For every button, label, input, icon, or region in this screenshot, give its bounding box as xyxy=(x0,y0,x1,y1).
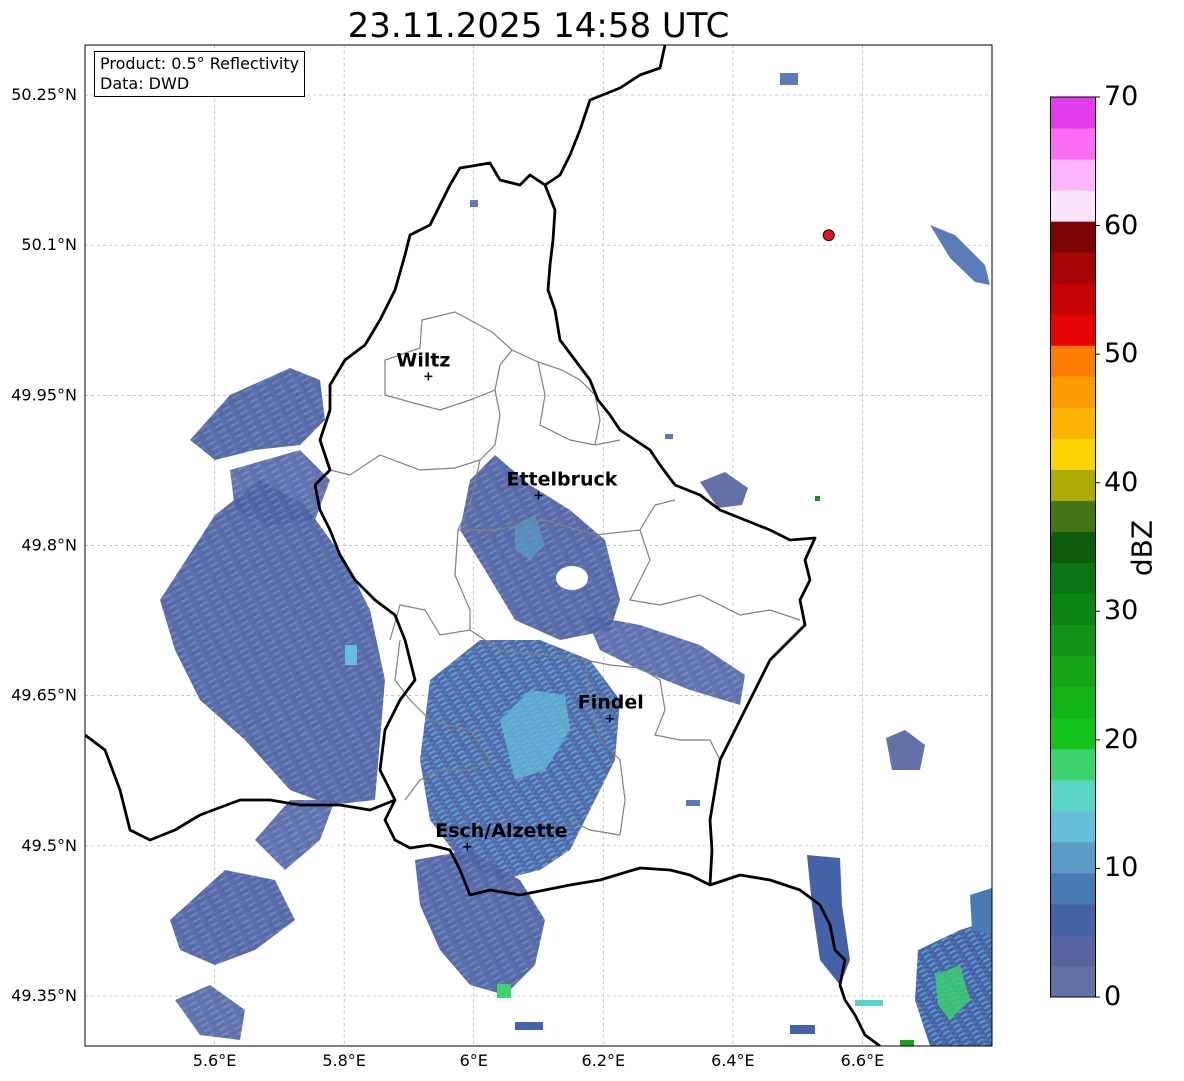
colorbar-swatch xyxy=(1050,810,1096,843)
colorbar-swatch xyxy=(1050,221,1096,253)
border-germany-france xyxy=(709,873,881,1046)
colorbar-tick-label: 60 xyxy=(1104,209,1139,241)
colorbar-swatch xyxy=(1050,655,1096,688)
radar-site-marker[interactable] xyxy=(822,229,835,242)
echo-small-5 xyxy=(497,984,511,998)
colorbar-swatch xyxy=(1050,345,1096,377)
echo-small-2 xyxy=(470,200,478,207)
colorbar-swatch xyxy=(1050,500,1096,532)
city-label: Wiltz xyxy=(396,349,450,371)
echo-e-cell xyxy=(700,472,748,508)
colorbar-swatch xyxy=(1050,531,1096,564)
echo-south-blue-2 xyxy=(515,1022,543,1030)
colorbar-swatch xyxy=(1050,624,1096,657)
colorbar-swatch xyxy=(1050,841,1096,874)
echo-southwest-2 xyxy=(255,800,335,870)
colorbar-swatch xyxy=(1050,469,1096,501)
canton-border-clervaux xyxy=(511,349,601,446)
colorbar-swatch xyxy=(1050,283,1096,315)
lat-tick-label: 50.25°N xyxy=(11,85,77,104)
echo-small-4 xyxy=(345,645,357,665)
radar-echoes xyxy=(160,58,992,1046)
colorbar-swatch xyxy=(1050,438,1096,470)
colorbar-swatch xyxy=(1050,159,1096,191)
lat-tick-label: 49.8°N xyxy=(21,536,77,555)
colorbar-tick-label: 20 xyxy=(1104,723,1139,755)
colorbar-swatch xyxy=(1050,872,1096,905)
echo-southwest-3 xyxy=(175,985,245,1040)
data-source-label: Data: DWD xyxy=(100,74,190,93)
lon-tick-label: 6°E xyxy=(460,1051,488,1070)
colorbar-tick-label: 50 xyxy=(1104,338,1139,370)
colorbar-swatch xyxy=(1050,965,1096,998)
city-label: Esch/Alzette xyxy=(435,820,567,842)
colorbar-swatch xyxy=(1050,407,1096,439)
colorbar-swatch xyxy=(1050,748,1096,781)
colorbar-swatch xyxy=(1050,934,1096,967)
city-label: Findel xyxy=(578,692,644,714)
echo-small-3 xyxy=(665,434,673,439)
colorbar-swatch xyxy=(1050,97,1096,129)
echo-southwest-1 xyxy=(170,870,295,965)
echo-green-speck xyxy=(815,496,820,501)
product-info-box: Product: 0.5° Reflectivity Data: DWD xyxy=(94,51,306,97)
colorbar-swatch xyxy=(1050,562,1096,595)
echo-small-1 xyxy=(686,800,700,806)
border-belgium-germany xyxy=(544,45,667,187)
lon-tick-label: 5.8°E xyxy=(322,1051,366,1070)
lat-tick-label: 49.95°N xyxy=(11,385,77,404)
colorbar-tick-label: 70 xyxy=(1104,81,1139,112)
colorbar-swatch xyxy=(1050,128,1096,160)
echo-northwest xyxy=(190,368,325,460)
colorbar-tick-label: 30 xyxy=(1104,595,1139,627)
product-label: Product: 0.5° Reflectivity xyxy=(100,54,300,73)
colorbar xyxy=(1050,96,1100,998)
echo-west-band xyxy=(160,480,385,805)
echo-east-edge xyxy=(970,888,992,935)
echo-north-speck xyxy=(780,73,798,85)
colorbar-swatch xyxy=(1050,686,1096,719)
canton-border-vianden xyxy=(537,361,621,446)
colorbar-tick-label: 0 xyxy=(1104,981,1122,1012)
colorbar-swatch xyxy=(1050,717,1096,750)
colorbar-tick-label: 10 xyxy=(1104,852,1139,884)
lon-tick-label: 6.2°E xyxy=(582,1051,626,1070)
echo-se-cell xyxy=(886,730,925,770)
lon-tick-label: 6.6°E xyxy=(841,1051,885,1070)
colorbar-swatch xyxy=(1050,376,1096,408)
colorbar-swatch xyxy=(1050,779,1096,812)
colorbar-swatch xyxy=(1050,252,1096,284)
echo-south-cyan xyxy=(855,1000,883,1006)
colorbar-swatch xyxy=(1050,593,1096,626)
lon-tick-label: 6.4°E xyxy=(711,1051,755,1070)
colorbar-swatch xyxy=(1050,190,1096,222)
colorbar-swatch xyxy=(1050,903,1096,936)
colorbar-tick-label: 40 xyxy=(1104,466,1139,498)
canton-border-grevenmacher xyxy=(629,529,801,621)
lat-tick-label: 49.65°N xyxy=(11,686,77,705)
radar-map[interactable]: 49.35°N 49.5°N 49.65°N 49.8°N 49.95°N 50.1°N 5… xyxy=(0,0,1184,1081)
lat-tick-label: 50.1°N xyxy=(21,235,77,254)
echo-ne-cell xyxy=(930,225,990,285)
lon-tick-label: 5.6°E xyxy=(193,1051,237,1070)
colorbar-swatch xyxy=(1050,314,1096,346)
lat-tick-label: 49.35°N xyxy=(11,986,77,1005)
echo-south-blue xyxy=(790,1025,815,1034)
lat-tick-label: 49.5°N xyxy=(21,836,77,855)
colorbar-title: dBZ xyxy=(1125,519,1159,577)
canton-border-mersch xyxy=(389,529,471,641)
echo-south-green xyxy=(900,1040,914,1046)
city-label: Ettelbruck xyxy=(507,468,618,490)
city-marker[interactable]: Wiltz xyxy=(396,349,450,381)
echo-gap xyxy=(556,566,588,590)
